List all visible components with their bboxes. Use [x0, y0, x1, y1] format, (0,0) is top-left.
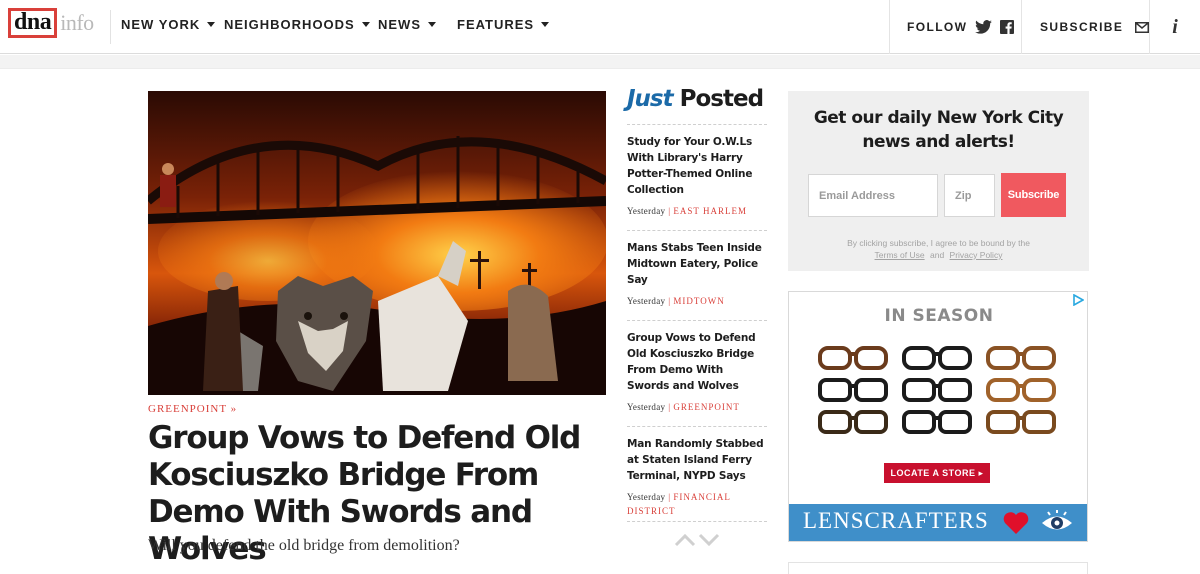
newsletter-title: Get our daily New York City news and ale…: [813, 108, 1064, 152]
zip-field[interactable]: [944, 174, 995, 217]
facebook-icon[interactable]: [1000, 20, 1015, 34]
subscribe-button[interactable]: Subscribe: [1001, 173, 1066, 217]
list-item-title[interactable]: Group Vows to Defend Old Kosciuszko Brid…: [627, 330, 767, 394]
info-icon: i: [1172, 15, 1178, 38]
hero-illustration: [148, 91, 606, 395]
list-item[interactable]: Man Randomly Stabbed at Staten Island Fe…: [627, 436, 767, 518]
nav-features[interactable]: FEATURES: [457, 17, 550, 32]
list-item-time: Yesterday: [627, 206, 666, 216]
top-navigation-bar: dna info NEW YORK NEIGHBORHOODS NEWS FEA…: [0, 0, 1200, 54]
legal-links: Terms of Use and Privacy Policy: [788, 249, 1089, 261]
list-item-meta: Yesterday | FINANCIAL DISTRICT: [627, 490, 767, 518]
subscribe-label: SUBSCRIBE: [1040, 20, 1124, 34]
ad-brand-band: LensCrafters: [789, 504, 1087, 541]
just-posted-heading: Just Posted: [627, 86, 764, 112]
nav-news[interactable]: NEWS: [378, 17, 436, 32]
logo-info-text: info: [60, 10, 94, 35]
just-posted-list: Study for Your O.W.Ls With Library's Har…: [627, 124, 767, 522]
dnainfo-logo[interactable]: dna info: [8, 8, 94, 38]
meta-separator: |: [668, 296, 671, 306]
meta-separator: |: [668, 492, 671, 502]
just-posted-scroll-controls: [674, 533, 720, 552]
privacy-policy-link[interactable]: Privacy Policy: [950, 250, 1003, 260]
legal-text: By clicking subscribe, I agree to be bou…: [847, 238, 1030, 248]
list-item[interactable]: Group Vows to Defend Old Kosciuszko Brid…: [627, 330, 767, 414]
follow-label: FOLLOW: [907, 20, 968, 34]
nav-features-label: FEATURES: [457, 17, 535, 32]
advertisement[interactable]: IN SEASON LOCATE A STORE ▸ LensCrafters: [788, 291, 1088, 542]
caret-down-icon: [207, 22, 216, 27]
list-item-time: Yesterday: [627, 296, 666, 306]
follow-group: FOLLOW: [889, 0, 1021, 54]
caret-down-icon: [541, 22, 550, 27]
heart-icon: [1003, 511, 1029, 540]
subscribe-link[interactable]: SUBSCRIBE: [1021, 0, 1150, 54]
just-posted-bold: Posted: [679, 86, 764, 112]
hero-image[interactable]: [148, 91, 606, 395]
divider: [627, 230, 767, 231]
divider: [627, 320, 767, 321]
terms-of-use-link[interactable]: Terms of Use: [875, 250, 925, 260]
nav-neighborhoods[interactable]: NEIGHBORHOODS: [224, 17, 370, 32]
nav-neighborhoods-label: NEIGHBORHOODS: [224, 17, 355, 32]
twitter-icon[interactable]: [975, 20, 993, 34]
hero-neighborhood-link[interactable]: GREENPOINT »: [148, 403, 237, 415]
list-item-time: Yesterday: [627, 492, 666, 502]
list-item-neighborhood[interactable]: GREENPOINT: [673, 402, 740, 412]
eyeglasses-icon: [818, 346, 1056, 434]
list-item-neighborhood[interactable]: EAST HARLEM: [673, 206, 747, 216]
divider: [627, 521, 767, 522]
locate-store-button[interactable]: LOCATE A STORE ▸: [884, 463, 990, 483]
meta-separator: |: [668, 402, 671, 412]
email-field[interactable]: [808, 174, 938, 217]
list-item-title[interactable]: Study for Your O.W.Ls With Library's Har…: [627, 134, 767, 198]
list-item-meta: Yesterday | EAST HARLEM: [627, 204, 767, 218]
logo-dna-text: dna: [8, 8, 58, 38]
caret-down-icon: [361, 22, 370, 27]
nav-new-york[interactable]: NEW YORK: [121, 17, 216, 32]
list-item-neighborhood[interactable]: MIDTOWN: [673, 296, 724, 306]
newsletter-legal: By clicking subscribe, I agree to be bou…: [788, 237, 1089, 261]
hero-dek: Will you defend the old bridge from demo…: [148, 537, 460, 554]
subheader-strip: [0, 55, 1200, 69]
list-item-time: Yesterday: [627, 402, 666, 412]
next-module-edge: [788, 562, 1088, 574]
list-item[interactable]: Study for Your O.W.Ls With Library's Har…: [627, 134, 767, 218]
logo-divider: [110, 10, 111, 44]
mail-icon: [1135, 21, 1150, 33]
list-item-meta: Yesterday | MIDTOWN: [627, 294, 767, 308]
nav-news-label: NEWS: [378, 17, 421, 32]
ad-headline: IN SEASON: [884, 306, 994, 326]
legal-and: and: [929, 250, 945, 260]
adchoices-icon[interactable]: [1072, 293, 1085, 307]
list-item[interactable]: Mans Stabs Teen Inside Midtown Eatery, P…: [627, 240, 767, 308]
list-item-title[interactable]: Man Randomly Stabbed at Staten Island Fe…: [627, 436, 767, 484]
newsletter-signup: Get our daily New York City news and ale…: [788, 91, 1089, 271]
caret-down-icon: [428, 22, 436, 27]
list-item-meta: Yesterday | GREENPOINT: [627, 400, 767, 414]
chevron-down-icon[interactable]: [698, 533, 720, 552]
info-button[interactable]: i: [1149, 0, 1200, 54]
eye-icon: [1040, 510, 1074, 541]
meta-separator: |: [668, 206, 671, 216]
chevron-up-icon[interactable]: [674, 533, 696, 552]
divider: [627, 426, 767, 427]
list-item-title[interactable]: Mans Stabs Teen Inside Midtown Eatery, P…: [627, 240, 767, 288]
nav-new-york-label: NEW YORK: [121, 17, 201, 32]
ad-brand-name: LensCrafters: [803, 508, 989, 533]
just-posted-italic: Just: [627, 86, 674, 112]
